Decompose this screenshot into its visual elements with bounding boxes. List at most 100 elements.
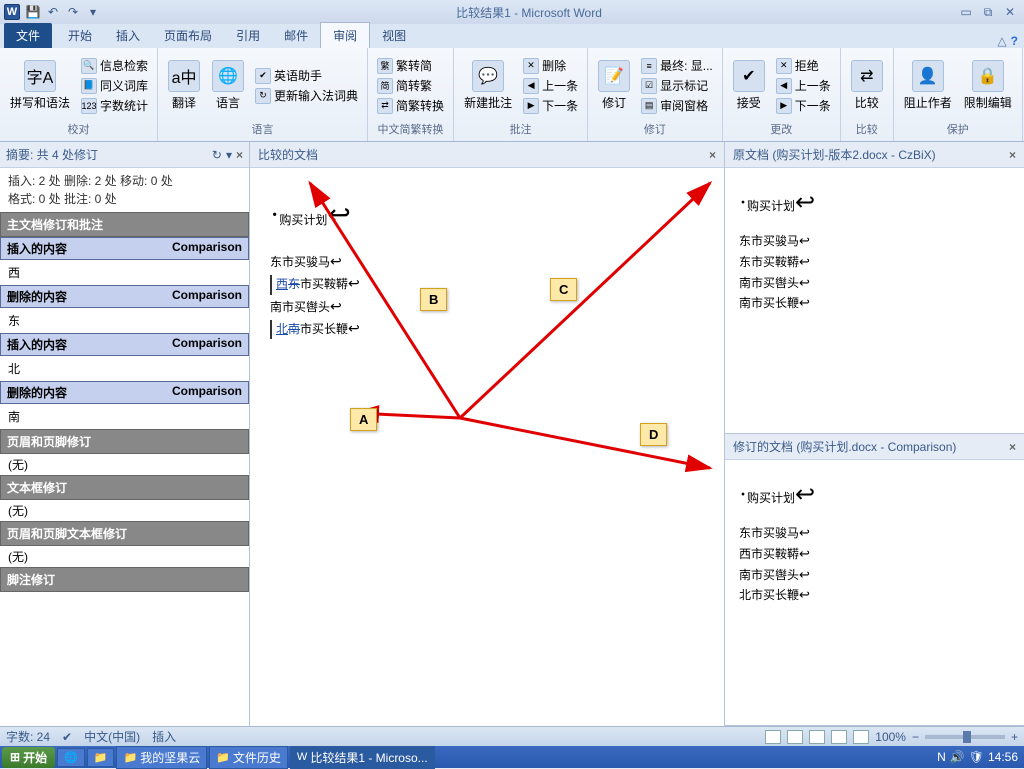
accept-icon: ✔ bbox=[733, 60, 765, 92]
word-count[interactable]: 字数: 24 bbox=[6, 728, 50, 745]
language-button[interactable]: 🌐语言 bbox=[208, 58, 248, 113]
zoom-in-icon[interactable]: + bbox=[1011, 730, 1018, 744]
new-comment-button[interactable]: 💬新建批注 bbox=[460, 58, 516, 113]
print-layout-view-icon[interactable] bbox=[765, 730, 781, 744]
tab-file[interactable]: 文件 bbox=[4, 23, 52, 48]
revised-doc-body[interactable]: ·购买计划↩ 东市买骏马↩ 西市买鞍鞯↩ 南市买辔头↩ 北市买长鞭↩ bbox=[725, 460, 1024, 725]
simp-to-trad-button[interactable]: 简简转繁 bbox=[374, 76, 447, 95]
refresh-icon[interactable]: ↻ bbox=[212, 148, 222, 162]
tab-review[interactable]: 审阅 bbox=[320, 22, 370, 48]
compared-doc-body[interactable]: ·购买计划↩ 东市买骏马↩ 西东市买鞍鞯↩ 南市买辔头↩ 北南市买长鞭↩ A B… bbox=[250, 168, 724, 726]
tab-layout[interactable]: 页面布局 bbox=[152, 23, 224, 48]
tab-insert[interactable]: 插入 bbox=[104, 23, 152, 48]
original-doc-body[interactable]: ·购买计划↩ 东市买骏马↩ 东市买鞍鞯↩ 南市买辔头↩ 南市买长鞭↩ bbox=[725, 168, 1024, 433]
compare-button[interactable]: ⇄比较 bbox=[847, 58, 887, 113]
taskbar-item[interactable]: 📁 文件历史 bbox=[209, 746, 288, 769]
restore-icon[interactable]: ⧉ bbox=[978, 4, 998, 20]
revision-list[interactable]: 主文档修订和批注 插入的内容Comparison 西 删除的内容Comparis… bbox=[0, 212, 249, 726]
doc-paragraph: 东市买骏马↩ 西东市买鞍鞯↩ 南市买辔头↩ 北南市买长鞭↩ bbox=[270, 252, 704, 342]
zoom-out-icon[interactable]: − bbox=[912, 730, 919, 744]
delete-comment-button[interactable]: ✕删除 bbox=[520, 56, 581, 75]
next-change-button[interactable]: ▶下一条 bbox=[773, 96, 834, 115]
minimize-icon[interactable]: ▭ bbox=[956, 4, 976, 20]
revision-item-header[interactable]: 删除的内容Comparison bbox=[0, 285, 249, 308]
convert-button[interactable]: ⇄简繁转换 bbox=[374, 96, 447, 115]
zoom-thumb[interactable] bbox=[963, 731, 971, 743]
thesaurus-button[interactable]: 📘同义词库 bbox=[78, 76, 151, 95]
revised-close-icon[interactable]: × bbox=[1009, 440, 1016, 454]
start-button[interactable]: ⊞开始 bbox=[2, 747, 55, 768]
compared-close-icon[interactable]: × bbox=[709, 148, 716, 162]
trad-to-simp-button[interactable]: 繁繁转简 bbox=[374, 56, 447, 75]
translate-button[interactable]: a中翻译 bbox=[164, 58, 204, 113]
group-label-comments: 批注 bbox=[460, 121, 581, 139]
quicklaunch-ie-icon[interactable]: 🌐 bbox=[57, 748, 85, 767]
taskbar: ⊞开始 🌐 📁 📁 我的坚果云 📁 文件历史 W 比较结果1 - Microso… bbox=[0, 746, 1024, 768]
line: 东市买鞍鞯 bbox=[739, 255, 799, 269]
language-status[interactable]: 中文(中国) bbox=[84, 728, 140, 745]
qat-more-icon[interactable]: ▾ bbox=[84, 3, 102, 21]
tab-home[interactable]: 开始 bbox=[56, 23, 104, 48]
rev-author: Comparison bbox=[172, 288, 242, 305]
group-label-language: 语言 bbox=[164, 121, 361, 139]
tray-icon[interactable]: 🔊 bbox=[950, 750, 965, 764]
close-icon[interactable]: ✕ bbox=[1000, 4, 1020, 20]
pane-close-icon[interactable]: × bbox=[236, 148, 243, 162]
zoom-slider[interactable] bbox=[925, 735, 1005, 739]
save-icon[interactable]: 💾 bbox=[24, 3, 42, 21]
original-doc-title: 原文档 (购买计划-版本2.docx - CzBiX) bbox=[733, 146, 936, 163]
quick-access-toolbar: 💾 ↶ ↷ ▾ bbox=[24, 3, 102, 21]
show-markup-button[interactable]: ☑显示标记 bbox=[638, 76, 716, 95]
thesaurus-label: 同义词库 bbox=[100, 77, 148, 94]
prev-change-button[interactable]: ◀上一条 bbox=[773, 76, 834, 95]
spellcheck-button[interactable]: 字A拼写和语法 bbox=[6, 58, 74, 113]
quicklaunch-explorer-icon[interactable]: 📁 bbox=[87, 748, 115, 767]
taskbar-item[interactable]: 📁 我的坚果云 bbox=[116, 746, 207, 769]
update-ime-button[interactable]: ↻更新输入法词典 bbox=[252, 86, 361, 105]
restrict-editing-button[interactable]: 🔒限制编辑 bbox=[960, 58, 1016, 113]
line-4-rest: 市买长鞭 bbox=[300, 322, 348, 336]
tray-icon[interactable]: 🛡 bbox=[969, 750, 984, 764]
undo-icon[interactable]: ↶ bbox=[44, 3, 62, 21]
zoom-level[interactable]: 100% bbox=[875, 730, 906, 744]
web-layout-view-icon[interactable] bbox=[809, 730, 825, 744]
prev-comment-button[interactable]: ◀上一条 bbox=[520, 76, 581, 95]
simp-to-trad-icon: 简 bbox=[377, 78, 393, 94]
revision-item-header[interactable]: 插入的内容Comparison bbox=[0, 333, 249, 356]
accept-button[interactable]: ✔接受 bbox=[729, 58, 769, 113]
revision-item-header[interactable]: 删除的内容Comparison bbox=[0, 381, 249, 404]
research-button[interactable]: 🔍信息检索 bbox=[78, 56, 151, 75]
display-mode-label: 最终: 显... bbox=[660, 57, 713, 74]
reject-button[interactable]: ✕拒绝 bbox=[773, 56, 834, 75]
draft-view-icon[interactable] bbox=[853, 730, 869, 744]
insert-mode[interactable]: 插入 bbox=[152, 728, 176, 745]
line: 南市买长鞭 bbox=[739, 296, 799, 310]
research-label: 信息检索 bbox=[100, 57, 148, 74]
tab-references[interactable]: 引用 bbox=[224, 23, 272, 48]
proofing-status-icon[interactable]: ✔ bbox=[62, 730, 72, 744]
tab-view[interactable]: 视图 bbox=[370, 23, 418, 48]
track-changes-button[interactable]: 📝修订 bbox=[594, 58, 634, 113]
rev-content: 南 bbox=[0, 404, 249, 429]
tab-mailings[interactable]: 邮件 bbox=[272, 23, 320, 48]
outline-view-icon[interactable] bbox=[831, 730, 847, 744]
help-icon[interactable]: ? bbox=[1011, 34, 1018, 48]
reviewing-pane-button[interactable]: ▤审阅窗格 bbox=[638, 96, 716, 115]
fullscreen-view-icon[interactable] bbox=[787, 730, 803, 744]
english-assist-button[interactable]: ✔英语助手 bbox=[252, 66, 361, 85]
tray-icon[interactable]: N bbox=[937, 750, 946, 764]
revision-item-header[interactable]: 插入的内容Comparison bbox=[0, 237, 249, 260]
ribbon-group-chinese: 繁繁转简 简简转繁 ⇄简繁转换 中文简繁转换 bbox=[368, 48, 454, 141]
new-comment-icon: 💬 bbox=[472, 60, 504, 92]
pane-options-icon[interactable]: ▾ bbox=[226, 148, 232, 162]
block-authors-button[interactable]: 👤阻止作者 bbox=[900, 58, 956, 113]
wordcount-button[interactable]: 123字数统计 bbox=[78, 96, 151, 115]
original-close-icon[interactable]: × bbox=[1009, 148, 1016, 162]
redo-icon[interactable]: ↷ bbox=[64, 3, 82, 21]
display-mode-button[interactable]: ≡最终: 显... bbox=[638, 56, 716, 75]
delete-comment-label: 删除 bbox=[542, 57, 566, 74]
clock[interactable]: 14:56 bbox=[988, 750, 1018, 764]
next-comment-button[interactable]: ▶下一条 bbox=[520, 96, 581, 115]
taskbar-item-active[interactable]: W 比较结果1 - Microso... bbox=[290, 746, 435, 769]
ribbon-min-icon[interactable]: △ bbox=[997, 34, 1006, 48]
